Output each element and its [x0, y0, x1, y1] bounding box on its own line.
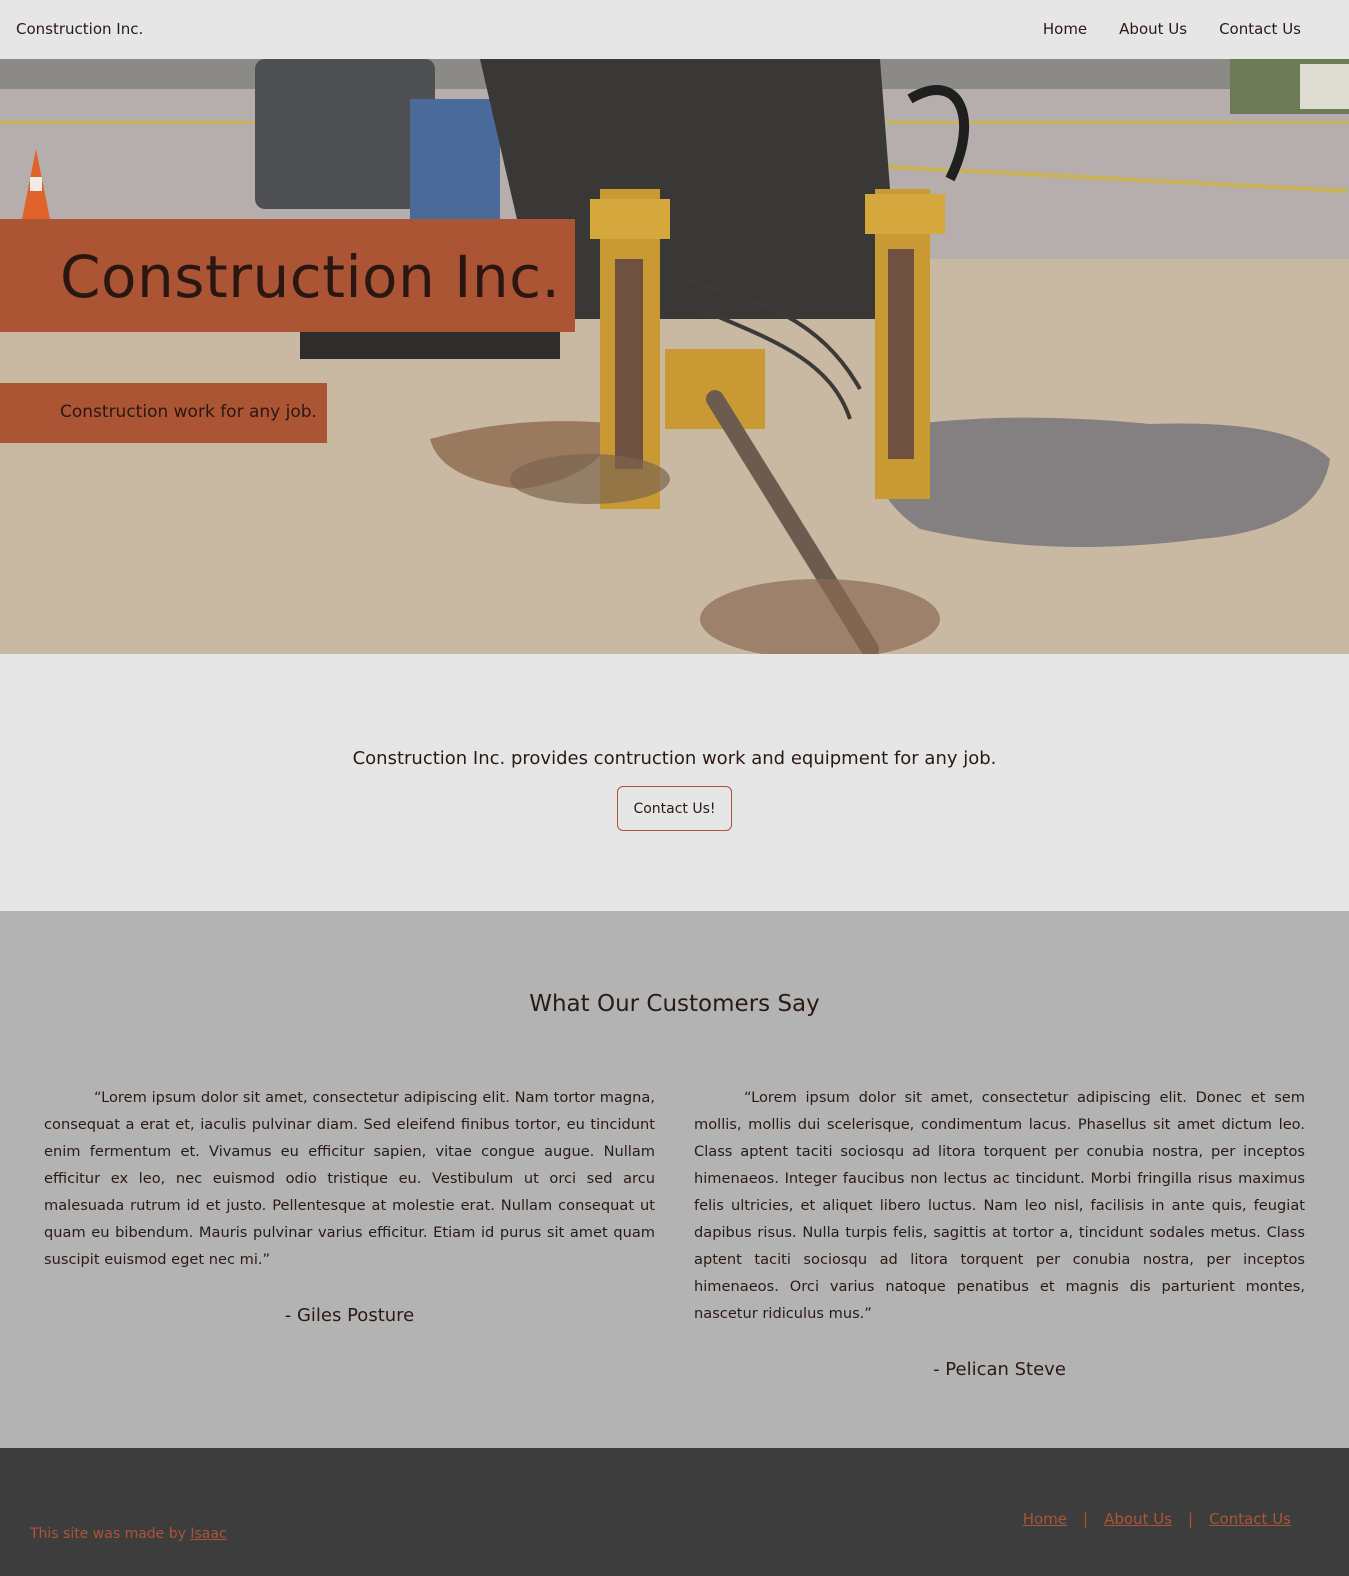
footer-link-about-us[interactable]: About Us — [1104, 1510, 1172, 1528]
testimonial-card: “Lorem ipsum dolor sit amet, consectetur… — [694, 1084, 1305, 1380]
testimonial-quote: “Lorem ipsum dolor sit amet, consectetur… — [694, 1089, 1305, 1322]
made-by-text: This site was made by — [30, 1526, 191, 1542]
hero-title: Construction Inc. — [60, 243, 561, 311]
author-link[interactable]: Isaac — [190, 1526, 226, 1542]
footer-link-contact-us[interactable]: Contact Us — [1209, 1510, 1291, 1528]
testimonials-section: What Our Customers Say “Lorem ipsum dolo… — [0, 911, 1349, 1448]
hero-image — [0, 59, 1349, 654]
made-by-credit: This site was made by Isaac — [30, 1526, 227, 1542]
footer-links: Home | About Us | Contact Us — [1023, 1510, 1291, 1528]
testimonials-heading: What Our Customers Say — [529, 991, 820, 1017]
footer-separator: | — [1083, 1510, 1089, 1528]
top-navbar: Construction Inc. Home About Us Contact … — [0, 0, 1349, 59]
footer-link-home[interactable]: Home — [1023, 1510, 1067, 1528]
intro-text: Construction Inc. provides contruction w… — [352, 748, 997, 769]
testimonial-card: “Lorem ipsum dolor sit amet, consectetur… — [44, 1084, 655, 1326]
testimonial-author: - Giles Posture — [284, 1305, 415, 1326]
footer-separator: | — [1188, 1510, 1194, 1528]
hero-section: Construction Inc. Construction work for … — [0, 59, 1349, 654]
testimonial-author: - Pelican Steve — [933, 1359, 1066, 1380]
footer: This site was made by Isaac Home | About… — [0, 1448, 1349, 1576]
nav-links: Home About Us Contact Us — [1043, 20, 1301, 38]
nav-link-contact-us[interactable]: Contact Us — [1219, 20, 1301, 38]
hero-title-banner: Construction Inc. — [0, 219, 575, 332]
brand-name[interactable]: Construction Inc. — [16, 20, 143, 38]
hero-subtitle: Construction work for any job. — [60, 402, 317, 422]
testimonial-quote: “Lorem ipsum dolor sit amet, consectetur… — [44, 1089, 655, 1268]
contact-us-button[interactable]: Contact Us! — [617, 786, 732, 831]
nav-link-about-us[interactable]: About Us — [1119, 20, 1187, 38]
intro-section: Construction Inc. provides contruction w… — [0, 654, 1349, 911]
hero-subtitle-banner: Construction work for any job. — [0, 383, 327, 443]
nav-link-home[interactable]: Home — [1043, 20, 1087, 38]
